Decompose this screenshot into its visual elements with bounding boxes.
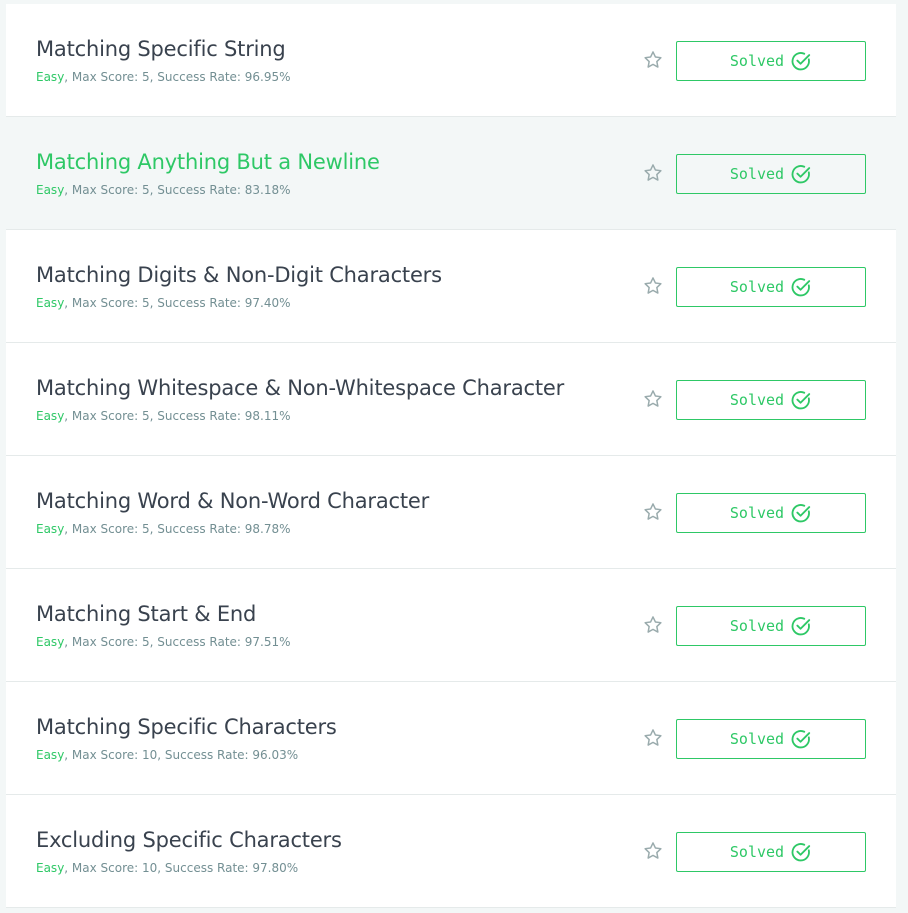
star-icon[interactable]	[642, 614, 664, 636]
score-success-rate: , Max Score: 10, Success Rate: 96.03%	[64, 748, 299, 762]
score-success-rate: , Max Score: 5, Success Rate: 96.95%	[64, 70, 291, 84]
difficulty-label: Easy	[36, 70, 65, 84]
solved-label: Solved	[729, 843, 785, 861]
challenge-card[interactable]: Excluding Specific Characters Easy, Max …	[6, 795, 896, 908]
solved-button[interactable]: Solved	[676, 719, 866, 759]
challenge-meta: Easy, Max Score: 5, Success Rate: 98.78%	[36, 522, 291, 536]
check-circle-icon	[790, 728, 812, 750]
score-success-rate: , Max Score: 5, Success Rate: 98.11%	[64, 409, 291, 423]
difficulty-label: Easy	[36, 296, 65, 310]
check-circle-icon	[790, 502, 812, 524]
challenge-title[interactable]: Matching Specific Characters	[36, 715, 337, 739]
challenge-meta: Easy, Max Score: 5, Success Rate: 83.18%	[36, 183, 291, 197]
challenge-meta: Easy, Max Score: 5, Success Rate: 97.40%	[36, 296, 291, 310]
star-icon[interactable]	[642, 162, 664, 184]
difficulty-label: Easy	[36, 635, 65, 649]
solved-button[interactable]: Solved	[676, 606, 866, 646]
score-success-rate: , Max Score: 5, Success Rate: 98.78%	[64, 522, 291, 536]
challenge-card[interactable]: Matching Word & Non-Word Character Easy,…	[6, 456, 896, 569]
challenge-title[interactable]: Matching Start & End	[36, 602, 256, 626]
challenge-list: Matching Specific String Easy, Max Score…	[6, 4, 896, 908]
check-circle-icon	[790, 50, 812, 72]
challenge-title[interactable]: Matching Whitespace & Non-Whitespace Cha…	[36, 376, 564, 400]
solved-label: Solved	[729, 504, 785, 522]
solved-label: Solved	[729, 278, 785, 296]
solved-label: Solved	[729, 617, 785, 635]
solved-button[interactable]: Solved	[676, 154, 866, 194]
challenge-meta: Easy, Max Score: 5, Success Rate: 98.11%	[36, 409, 291, 423]
difficulty-label: Easy	[36, 409, 65, 423]
score-success-rate: , Max Score: 5, Success Rate: 97.51%	[64, 635, 291, 649]
solved-label: Solved	[729, 730, 785, 748]
solved-button[interactable]: Solved	[676, 41, 866, 81]
challenge-card[interactable]: Matching Specific String Easy, Max Score…	[6, 4, 896, 117]
challenge-meta: Easy, Max Score: 10, Success Rate: 97.80…	[36, 861, 298, 875]
challenge-meta: Easy, Max Score: 5, Success Rate: 96.95%	[36, 70, 291, 84]
challenge-title[interactable]: Matching Anything But a Newline	[36, 150, 380, 174]
score-success-rate: , Max Score: 10, Success Rate: 97.80%	[64, 861, 299, 875]
difficulty-label: Easy	[36, 861, 65, 875]
solved-label: Solved	[729, 391, 785, 409]
check-circle-icon	[790, 841, 812, 863]
solved-button[interactable]: Solved	[676, 493, 866, 533]
star-icon[interactable]	[642, 840, 664, 862]
solved-label: Solved	[729, 52, 785, 70]
challenge-card[interactable]: Matching Anything But a Newline Easy, Ma…	[6, 117, 896, 230]
difficulty-label: Easy	[36, 748, 65, 762]
star-icon[interactable]	[642, 49, 664, 71]
solved-button[interactable]: Solved	[676, 832, 866, 872]
challenge-meta: Easy, Max Score: 5, Success Rate: 97.51%	[36, 635, 291, 649]
star-icon[interactable]	[642, 275, 664, 297]
difficulty-label: Easy	[36, 522, 65, 536]
star-icon[interactable]	[642, 727, 664, 749]
difficulty-label: Easy	[36, 183, 65, 197]
challenge-card[interactable]: Matching Whitespace & Non-Whitespace Cha…	[6, 343, 896, 456]
check-circle-icon	[790, 615, 812, 637]
score-success-rate: , Max Score: 5, Success Rate: 83.18%	[64, 183, 291, 197]
challenge-card[interactable]: Matching Start & End Easy, Max Score: 5,…	[6, 569, 896, 682]
star-icon[interactable]	[642, 388, 664, 410]
challenge-title[interactable]: Excluding Specific Characters	[36, 828, 342, 852]
score-success-rate: , Max Score: 5, Success Rate: 97.40%	[64, 296, 291, 310]
challenge-title[interactable]: Matching Specific String	[36, 37, 286, 61]
challenge-card[interactable]: Matching Specific Characters Easy, Max S…	[6, 682, 896, 795]
check-circle-icon	[790, 276, 812, 298]
star-icon[interactable]	[642, 501, 664, 523]
check-circle-icon	[790, 163, 812, 185]
challenge-meta: Easy, Max Score: 10, Success Rate: 96.03…	[36, 748, 298, 762]
challenge-title[interactable]: Matching Digits & Non-Digit Characters	[36, 263, 442, 287]
check-circle-icon	[790, 389, 812, 411]
solved-button[interactable]: Solved	[676, 380, 866, 420]
challenge-card[interactable]: Matching Digits & Non-Digit Characters E…	[6, 230, 896, 343]
solved-label: Solved	[729, 165, 785, 183]
solved-button[interactable]: Solved	[676, 267, 866, 307]
challenge-title[interactable]: Matching Word & Non-Word Character	[36, 489, 429, 513]
